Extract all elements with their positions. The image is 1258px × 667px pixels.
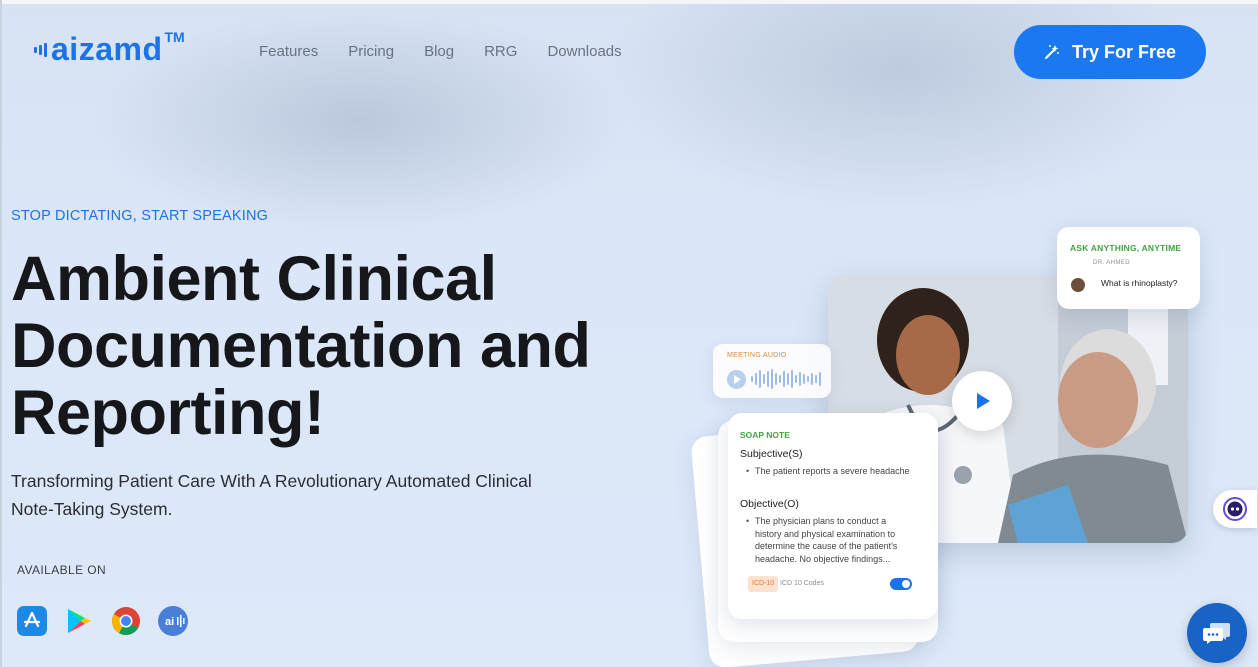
nav-features[interactable]: Features bbox=[259, 43, 318, 60]
logo-trademark: TM bbox=[164, 29, 185, 45]
hero-headline: Ambient Clinical Documentation and Repor… bbox=[11, 244, 591, 448]
try-for-free-button[interactable]: Try For Free bbox=[1014, 25, 1206, 79]
brand-logo[interactable]: aizamd TM bbox=[34, 29, 185, 67]
chrome-link[interactable] bbox=[110, 605, 142, 637]
nav-rrg[interactable]: RRG bbox=[484, 43, 517, 60]
video-play-button[interactable] bbox=[952, 371, 1012, 431]
logo-wordmark: aizamd bbox=[51, 31, 163, 67]
ask-card-question: What is rhinoplasty? bbox=[1101, 278, 1178, 288]
audio-waveform-icon bbox=[751, 368, 821, 390]
app-store-icon bbox=[17, 606, 47, 636]
soap-objective-heading: Objective(O) bbox=[740, 498, 799, 510]
bullet-icon: • bbox=[746, 466, 750, 476]
soap-objective-text: The physician plans to conduct a history… bbox=[755, 516, 898, 564]
nav-pricing[interactable]: Pricing bbox=[348, 43, 394, 60]
nav-blog[interactable]: Blog bbox=[424, 43, 454, 60]
top-border bbox=[0, 0, 1258, 4]
meeting-audio-card: MEETING AUDIO bbox=[713, 344, 831, 398]
google-play-icon bbox=[68, 609, 91, 633]
soap-subjective-heading: Subjective(S) bbox=[740, 448, 803, 460]
icd-badge: ICD-10 bbox=[748, 576, 779, 592]
play-icon bbox=[977, 393, 990, 409]
google-play-link[interactable] bbox=[63, 605, 95, 637]
soap-card-title: SOAP NOTE bbox=[740, 430, 790, 440]
doctor-avatar bbox=[1071, 278, 1085, 292]
ask-card-title: ASK ANYTHING, ANYTIME bbox=[1070, 243, 1182, 253]
chrome-icon bbox=[112, 607, 140, 635]
bullet-icon: • bbox=[746, 516, 750, 526]
robot-face-icon bbox=[1223, 497, 1247, 521]
ask-anything-card: ASK ANYTHING, ANYTIME DR. AHMED What is … bbox=[1057, 227, 1200, 309]
hero-eyebrow: STOP DICTATING, START SPEAKING bbox=[11, 208, 269, 224]
soap-objective-item: • The physician plans to conduct a histo… bbox=[746, 515, 915, 565]
main-nav: Features Pricing Blog RRG Downloads bbox=[259, 43, 622, 60]
side-assistant-widget[interactable] bbox=[1213, 490, 1257, 528]
logo-waveform-icon bbox=[34, 35, 47, 65]
svg-text:ai: ai bbox=[165, 616, 174, 628]
live-chat-button[interactable] bbox=[1187, 603, 1247, 663]
audio-app-icon: ai bbox=[158, 606, 188, 636]
audio-card-label: MEETING AUDIO bbox=[727, 352, 787, 359]
soap-subjective-text: The patient reports a severe headache bbox=[755, 466, 910, 476]
app-store-link[interactable] bbox=[16, 605, 48, 637]
icd-label: ICD 10 Codes bbox=[780, 580, 824, 587]
soap-note-card: SOAP NOTE Subjective(S) • The patient re… bbox=[728, 413, 938, 619]
audio-play-icon[interactable] bbox=[727, 370, 746, 389]
left-border bbox=[0, 0, 2, 667]
magic-wand-icon bbox=[1044, 45, 1059, 59]
voice-app-link[interactable]: ai bbox=[157, 605, 189, 637]
nav-downloads[interactable]: Downloads bbox=[547, 43, 621, 60]
platform-list: ai bbox=[16, 605, 189, 637]
cta-label: Try For Free bbox=[1071, 41, 1177, 62]
soap-subjective-item: • The patient reports a severe headache bbox=[746, 465, 915, 478]
ask-card-doctor: DR. AHMED bbox=[1093, 260, 1130, 266]
available-on-label: AVAILABLE ON bbox=[17, 563, 107, 577]
icd-toggle[interactable] bbox=[890, 578, 912, 590]
chat-icon bbox=[1203, 623, 1230, 644]
hero-subtext: Transforming Patient Care With A Revolut… bbox=[11, 471, 532, 519]
